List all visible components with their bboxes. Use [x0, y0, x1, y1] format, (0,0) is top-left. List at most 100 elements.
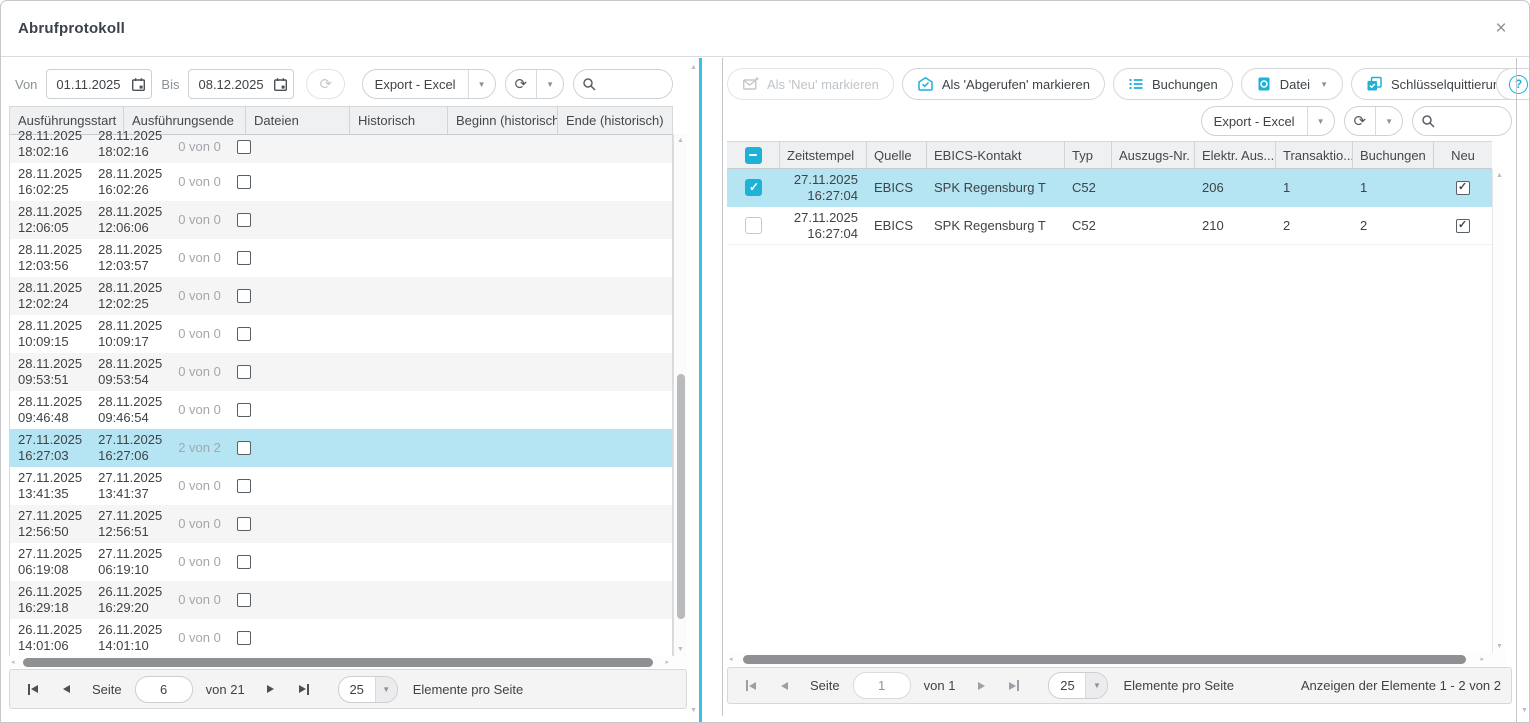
page-size-select[interactable]: 25 ▼ [1048, 672, 1108, 699]
column-header-ende-historisch[interactable]: Ende (historisch) [558, 107, 672, 134]
table-row[interactable]: 28.11.202516:02:25 28.11.202516:02:26 0 … [10, 163, 672, 201]
refresh-options-toggle[interactable]: ▼ [536, 70, 563, 98]
export-options-toggle[interactable]: ▼ [468, 70, 495, 98]
search-input[interactable] [1436, 114, 1500, 129]
scroll-left-icon[interactable]: ◂ [11, 659, 15, 666]
scroll-down-icon[interactable]: ▼ [1521, 707, 1528, 714]
first-page-button[interactable] [738, 673, 764, 699]
table-row[interactable]: 28.11.202512:03:56 28.11.202512:03:57 0 … [10, 239, 672, 277]
date-from-field[interactable]: 01.11.2025 [46, 69, 152, 99]
table-row[interactable]: 28.11.202510:09:15 28.11.202510:09:17 0 … [10, 315, 672, 353]
refresh-split-button[interactable]: ⟳ ▼ [1344, 106, 1404, 136]
column-header-typ[interactable]: Typ [1065, 142, 1112, 168]
refresh-options-toggle[interactable]: ▼ [1375, 107, 1402, 135]
page-size-select[interactable]: 25 ▼ [338, 676, 398, 703]
scrollbar-thumb[interactable] [677, 374, 685, 619]
buchungen-button[interactable]: Buchungen [1113, 68, 1233, 100]
row-checkbox[interactable] [745, 179, 762, 196]
export-excel-label[interactable]: Export - Excel [1202, 107, 1307, 135]
last-page-button[interactable] [291, 676, 317, 702]
search-input[interactable] [597, 77, 661, 92]
table-row[interactable]: 28.11.202509:46:48 28.11.202509:46:54 0 … [10, 391, 672, 429]
scroll-down-icon[interactable]: ▼ [1496, 643, 1503, 650]
date-to-value[interactable]: 08.12.2025 [189, 77, 267, 92]
calendar-icon[interactable] [125, 70, 151, 98]
column-header-transaktionen[interactable]: Transaktio... [1276, 142, 1353, 168]
historisch-checkbox[interactable] [237, 479, 251, 493]
vertical-scrollbar[interactable]: ▲ ▼ [1492, 169, 1505, 653]
next-page-button[interactable] [968, 673, 994, 699]
table-row[interactable]: 27.11.202513:41:35 27.11.202513:41:37 0 … [10, 467, 672, 505]
column-header-zeitstempel[interactable]: Zeitstempel [780, 142, 867, 168]
page-number-input[interactable] [853, 672, 911, 699]
column-header-historisch[interactable]: Historisch [350, 107, 448, 134]
column-header-elektr-auszug[interactable]: Elektr. Aus... [1195, 142, 1276, 168]
date-to-field[interactable]: 08.12.2025 [188, 69, 294, 99]
scroll-right-icon[interactable]: ▸ [1480, 656, 1484, 663]
previous-page-button[interactable] [771, 673, 797, 699]
table-row[interactable]: 27.11.202516:27:03 27.11.202516:27:06 2 … [10, 429, 672, 467]
scroll-down-icon[interactable]: ▼ [690, 707, 697, 714]
table-row[interactable]: 27.11.202516:27:04 EBICS SPK Regensburg … [727, 169, 1492, 207]
select-all-checkbox[interactable] [745, 147, 762, 164]
column-header-auszugs-nr[interactable]: Auszugs-Nr. [1112, 142, 1195, 168]
historisch-checkbox[interactable] [237, 213, 251, 227]
row-checkbox[interactable] [745, 217, 762, 234]
historisch-checkbox[interactable] [237, 441, 251, 455]
date-from-value[interactable]: 01.11.2025 [47, 77, 125, 92]
export-excel-split-button[interactable]: Export - Excel ▼ [1201, 106, 1335, 136]
neu-checkbox[interactable] [1456, 181, 1470, 195]
horizontal-scrollbar[interactable]: ◂ ▸ [727, 653, 1506, 666]
historisch-checkbox[interactable] [237, 327, 251, 341]
neu-checkbox[interactable] [1456, 219, 1470, 233]
first-page-button[interactable] [20, 676, 46, 702]
scroll-left-icon[interactable]: ◂ [729, 656, 733, 663]
column-header-buchungen[interactable]: Buchungen [1353, 142, 1434, 168]
search-field[interactable] [573, 69, 673, 99]
vertical-scrollbar[interactable]: ▲ ▼ [673, 134, 687, 656]
table-row[interactable]: 28.11.202512:06:05 28.11.202512:06:06 0 … [10, 201, 672, 239]
historisch-checkbox[interactable] [237, 289, 251, 303]
historisch-checkbox[interactable] [237, 555, 251, 569]
horizontal-scrollbar[interactable]: ◂ ▸ [9, 656, 687, 669]
table-row[interactable]: 28.11.202509:53:51 28.11.202509:53:54 0 … [10, 353, 672, 391]
export-options-toggle[interactable]: ▼ [1307, 107, 1334, 135]
table-row[interactable]: 27.11.202516:27:04 EBICS SPK Regensburg … [727, 207, 1492, 245]
table-row[interactable]: 26.11.202516:29:18 26.11.202516:29:20 0 … [10, 581, 672, 619]
datei-button[interactable]: Datei ▼ [1241, 68, 1343, 100]
scroll-up-icon[interactable]: ▲ [677, 137, 684, 144]
column-header-beginn-historisch[interactable]: Beginn (historisch) [448, 107, 558, 134]
calendar-icon[interactable] [267, 70, 293, 98]
scroll-down-icon[interactable]: ▼ [677, 646, 684, 653]
table-row[interactable]: 28.11.202518:02:16 28.11.202518:02:16 0 … [10, 135, 672, 163]
scrollbar-thumb[interactable] [743, 655, 1466, 664]
close-icon[interactable]: × [1487, 15, 1515, 43]
scrollbar-thumb[interactable] [23, 658, 653, 667]
table-row[interactable]: 27.11.202512:56:50 27.11.202512:56:51 0 … [10, 505, 672, 543]
column-header-quelle[interactable]: Quelle [867, 142, 927, 168]
historisch-checkbox[interactable] [237, 365, 251, 379]
table-row[interactable]: 26.11.202514:01:06 26.11.202514:01:10 0 … [10, 619, 672, 656]
historisch-checkbox[interactable] [237, 140, 251, 154]
panel-splitter[interactable] [699, 58, 702, 722]
column-header-ebics-kontakt[interactable]: EBICS-Kontakt [927, 142, 1065, 168]
scroll-up-icon[interactable]: ▲ [1496, 172, 1503, 179]
historisch-checkbox[interactable] [237, 403, 251, 417]
refresh-split-button[interactable]: ⟳ ▼ [505, 69, 565, 99]
historisch-checkbox[interactable] [237, 631, 251, 645]
scroll-up-icon[interactable]: ▲ [690, 64, 697, 71]
page-number-input[interactable] [135, 676, 193, 703]
column-header-neu[interactable]: Neu [1434, 142, 1492, 168]
export-excel-label[interactable]: Export - Excel [363, 70, 468, 98]
export-excel-split-button[interactable]: Export - Excel ▼ [362, 69, 496, 99]
next-page-button[interactable] [258, 676, 284, 702]
previous-page-button[interactable] [53, 676, 79, 702]
historisch-checkbox[interactable] [237, 517, 251, 531]
table-row[interactable]: 27.11.202506:19:08 27.11.202506:19:10 0 … [10, 543, 672, 581]
historisch-checkbox[interactable] [237, 593, 251, 607]
historisch-checkbox[interactable] [237, 175, 251, 189]
last-page-button[interactable] [1001, 673, 1027, 699]
scroll-right-icon[interactable]: ▸ [665, 659, 669, 666]
mark-retrieved-button[interactable]: Als 'Abgerufen' markieren [902, 68, 1105, 100]
historisch-checkbox[interactable] [237, 251, 251, 265]
